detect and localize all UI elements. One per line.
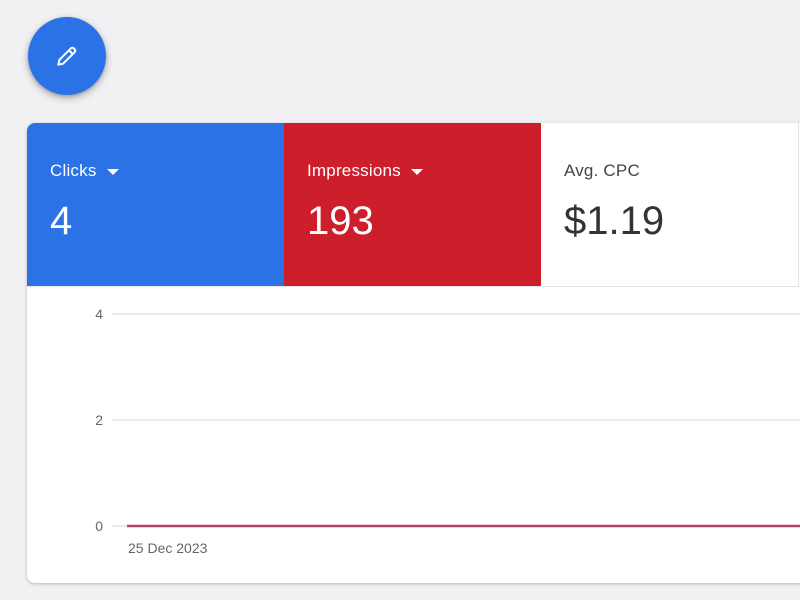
pencil-icon <box>57 46 77 66</box>
y-tick-label: 2 <box>95 412 103 428</box>
impressions-value: 193 <box>307 199 374 243</box>
performance-card: Clicks 4 Impressions 193 Avg. CPC $1.19 … <box>27 123 800 583</box>
y-tick-label: 0 <box>95 518 103 534</box>
impressions-label: Impressions <box>307 161 401 180</box>
avg-cpc-value: $1.19 <box>564 199 665 243</box>
clicks-label-row[interactable]: Clicks <box>50 161 119 181</box>
avg-cpc-label: Avg. CPC <box>564 161 640 180</box>
clicks-dropdown-icon[interactable] <box>106 169 119 175</box>
clicks-value: 4 <box>50 199 73 243</box>
clicks-metric-tile[interactable]: Clicks 4 <box>27 123 284 286</box>
x-tick-label: 25 Dec 2023 <box>128 540 208 556</box>
impressions-dropdown-icon[interactable] <box>410 169 423 175</box>
performance-line-chart: 4 2 0 25 Dec 2023 <box>95 306 800 556</box>
clicks-label: Clicks <box>50 161 97 180</box>
y-tick-label: 4 <box>95 306 103 322</box>
edit-button[interactable] <box>28 17 106 95</box>
impressions-metric-tile[interactable]: Impressions 193 <box>284 123 541 286</box>
avg-cpc-metric-tile[interactable]: Avg. CPC $1.19 <box>541 123 799 286</box>
metric-tiles: Clicks 4 Impressions 193 Avg. CPC $1.19 <box>27 123 800 287</box>
impressions-label-row[interactable]: Impressions <box>307 161 423 181</box>
avg-cpc-label-row: Avg. CPC <box>564 161 640 181</box>
